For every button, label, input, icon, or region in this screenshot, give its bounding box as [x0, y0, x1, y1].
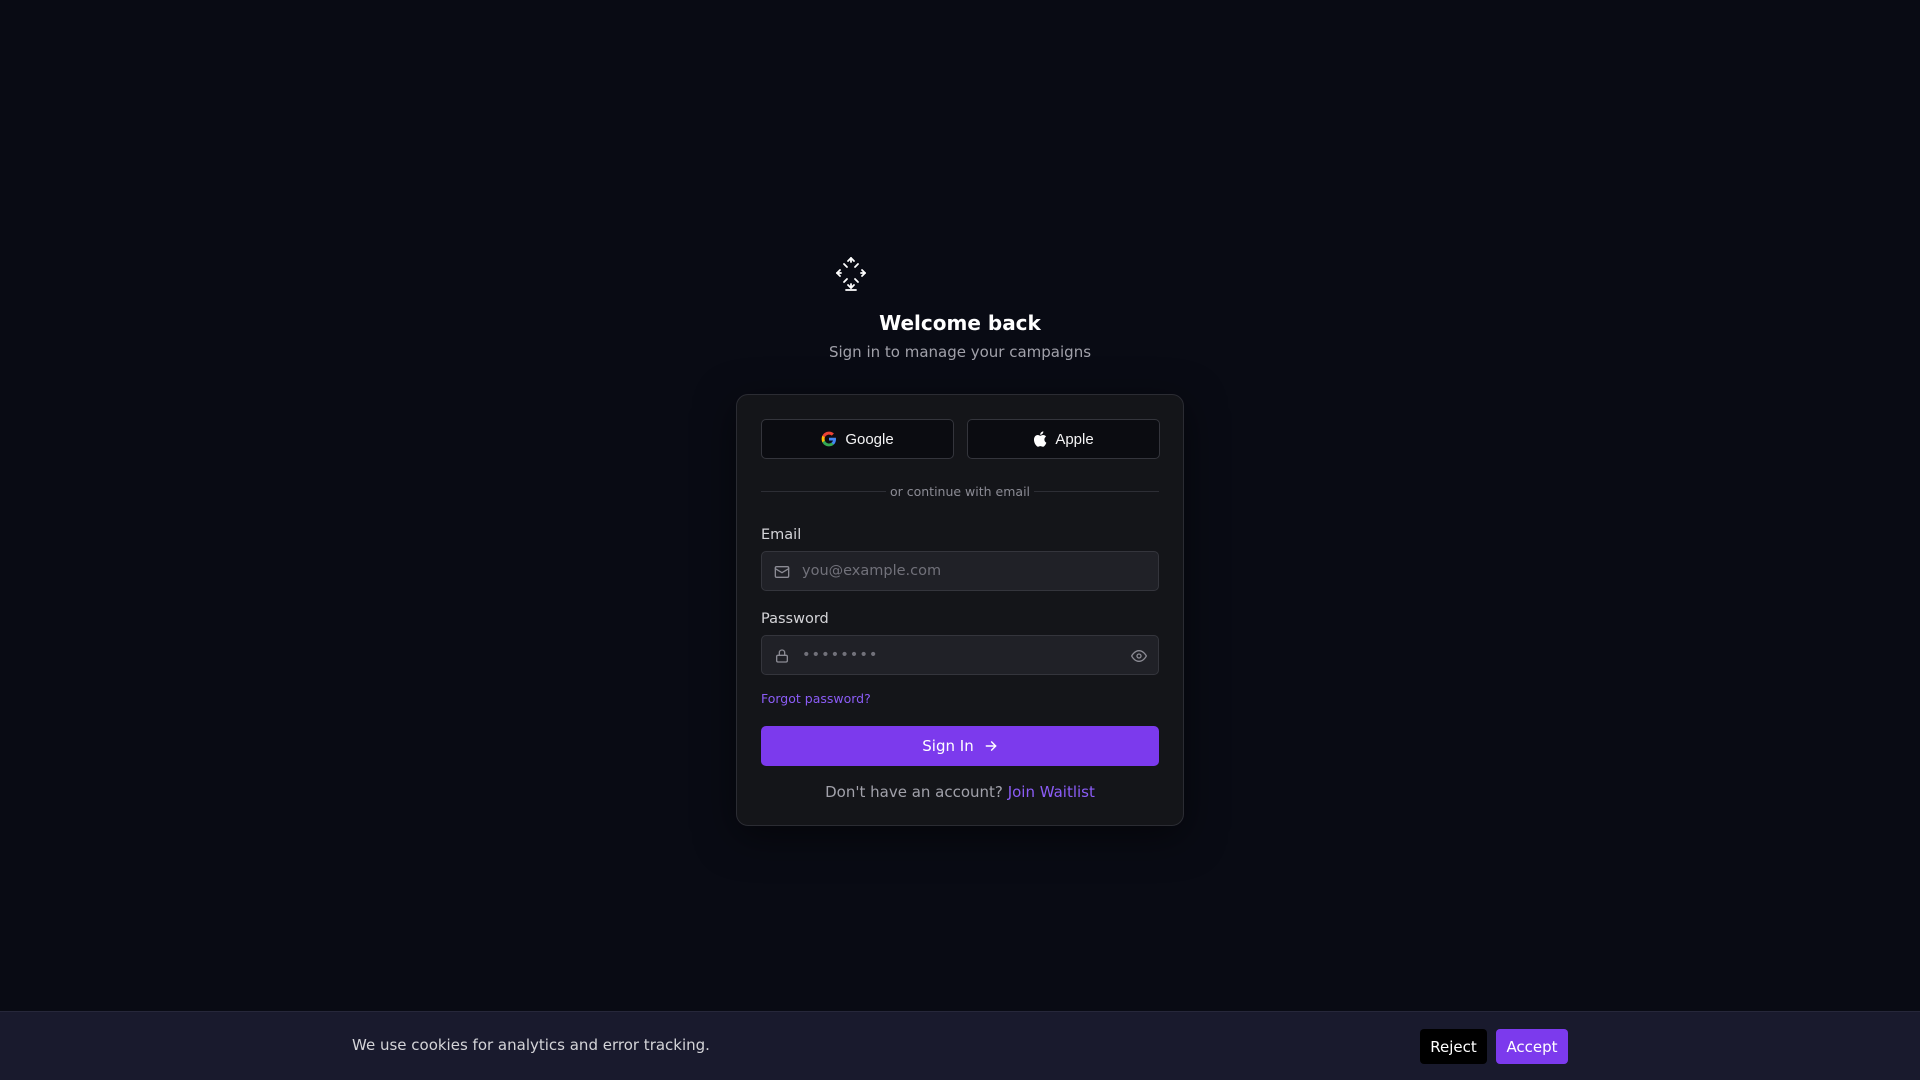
sign-in-label: Sign In: [922, 737, 974, 755]
cookie-reject-button[interactable]: Reject: [1420, 1029, 1487, 1064]
password-label: Password: [761, 611, 829, 627]
mail-icon: [774, 566, 790, 578]
forgot-password-link[interactable]: Forgot password?: [761, 691, 871, 706]
cookie-accept-button[interactable]: Accept: [1496, 1029, 1568, 1064]
apple-icon: [1034, 431, 1047, 447]
network-nodes-icon: [836, 257, 866, 291]
password-field-wrapper: [761, 635, 1159, 675]
join-waitlist-link[interactable]: Join Waitlist: [1008, 783, 1095, 801]
password-input[interactable]: [802, 636, 1122, 674]
or-divider: or continue with email: [761, 483, 1159, 499]
google-signin-button[interactable]: Google: [761, 419, 954, 459]
signup-prompt-text: Don't have an account?: [825, 783, 1003, 801]
cookie-banner: We use cookies for analytics and error t…: [0, 1011, 1920, 1080]
cookie-message: We use cookies for analytics and error t…: [352, 1036, 710, 1054]
sign-in-button[interactable]: Sign In: [761, 726, 1159, 766]
page-subtitle: Sign in to manage your campaigns: [828, 343, 1092, 361]
divider-text: or continue with email: [889, 483, 1031, 499]
divider-line-left: [761, 490, 886, 492]
lock-icon: [776, 649, 788, 663]
login-card: Google Apple or continue with email Emai…: [736, 394, 1184, 826]
google-button-label: Google: [845, 430, 894, 448]
apple-button-label: Apple: [1055, 430, 1094, 448]
email-field-wrapper: [761, 551, 1159, 591]
google-icon: [821, 431, 837, 447]
divider-line-right: [1034, 490, 1159, 492]
signup-prompt: Don't have an account? Join Waitlist: [737, 783, 1183, 801]
email-label: Email: [761, 527, 802, 543]
page-title: Welcome back: [879, 311, 1041, 335]
apple-signin-button[interactable]: Apple: [967, 419, 1160, 459]
email-input[interactable]: [802, 552, 1122, 590]
login-page: Welcome back Sign in to manage your camp…: [0, 0, 1920, 1080]
eye-icon[interactable]: [1131, 648, 1147, 664]
arrow-right-icon: [985, 741, 997, 751]
